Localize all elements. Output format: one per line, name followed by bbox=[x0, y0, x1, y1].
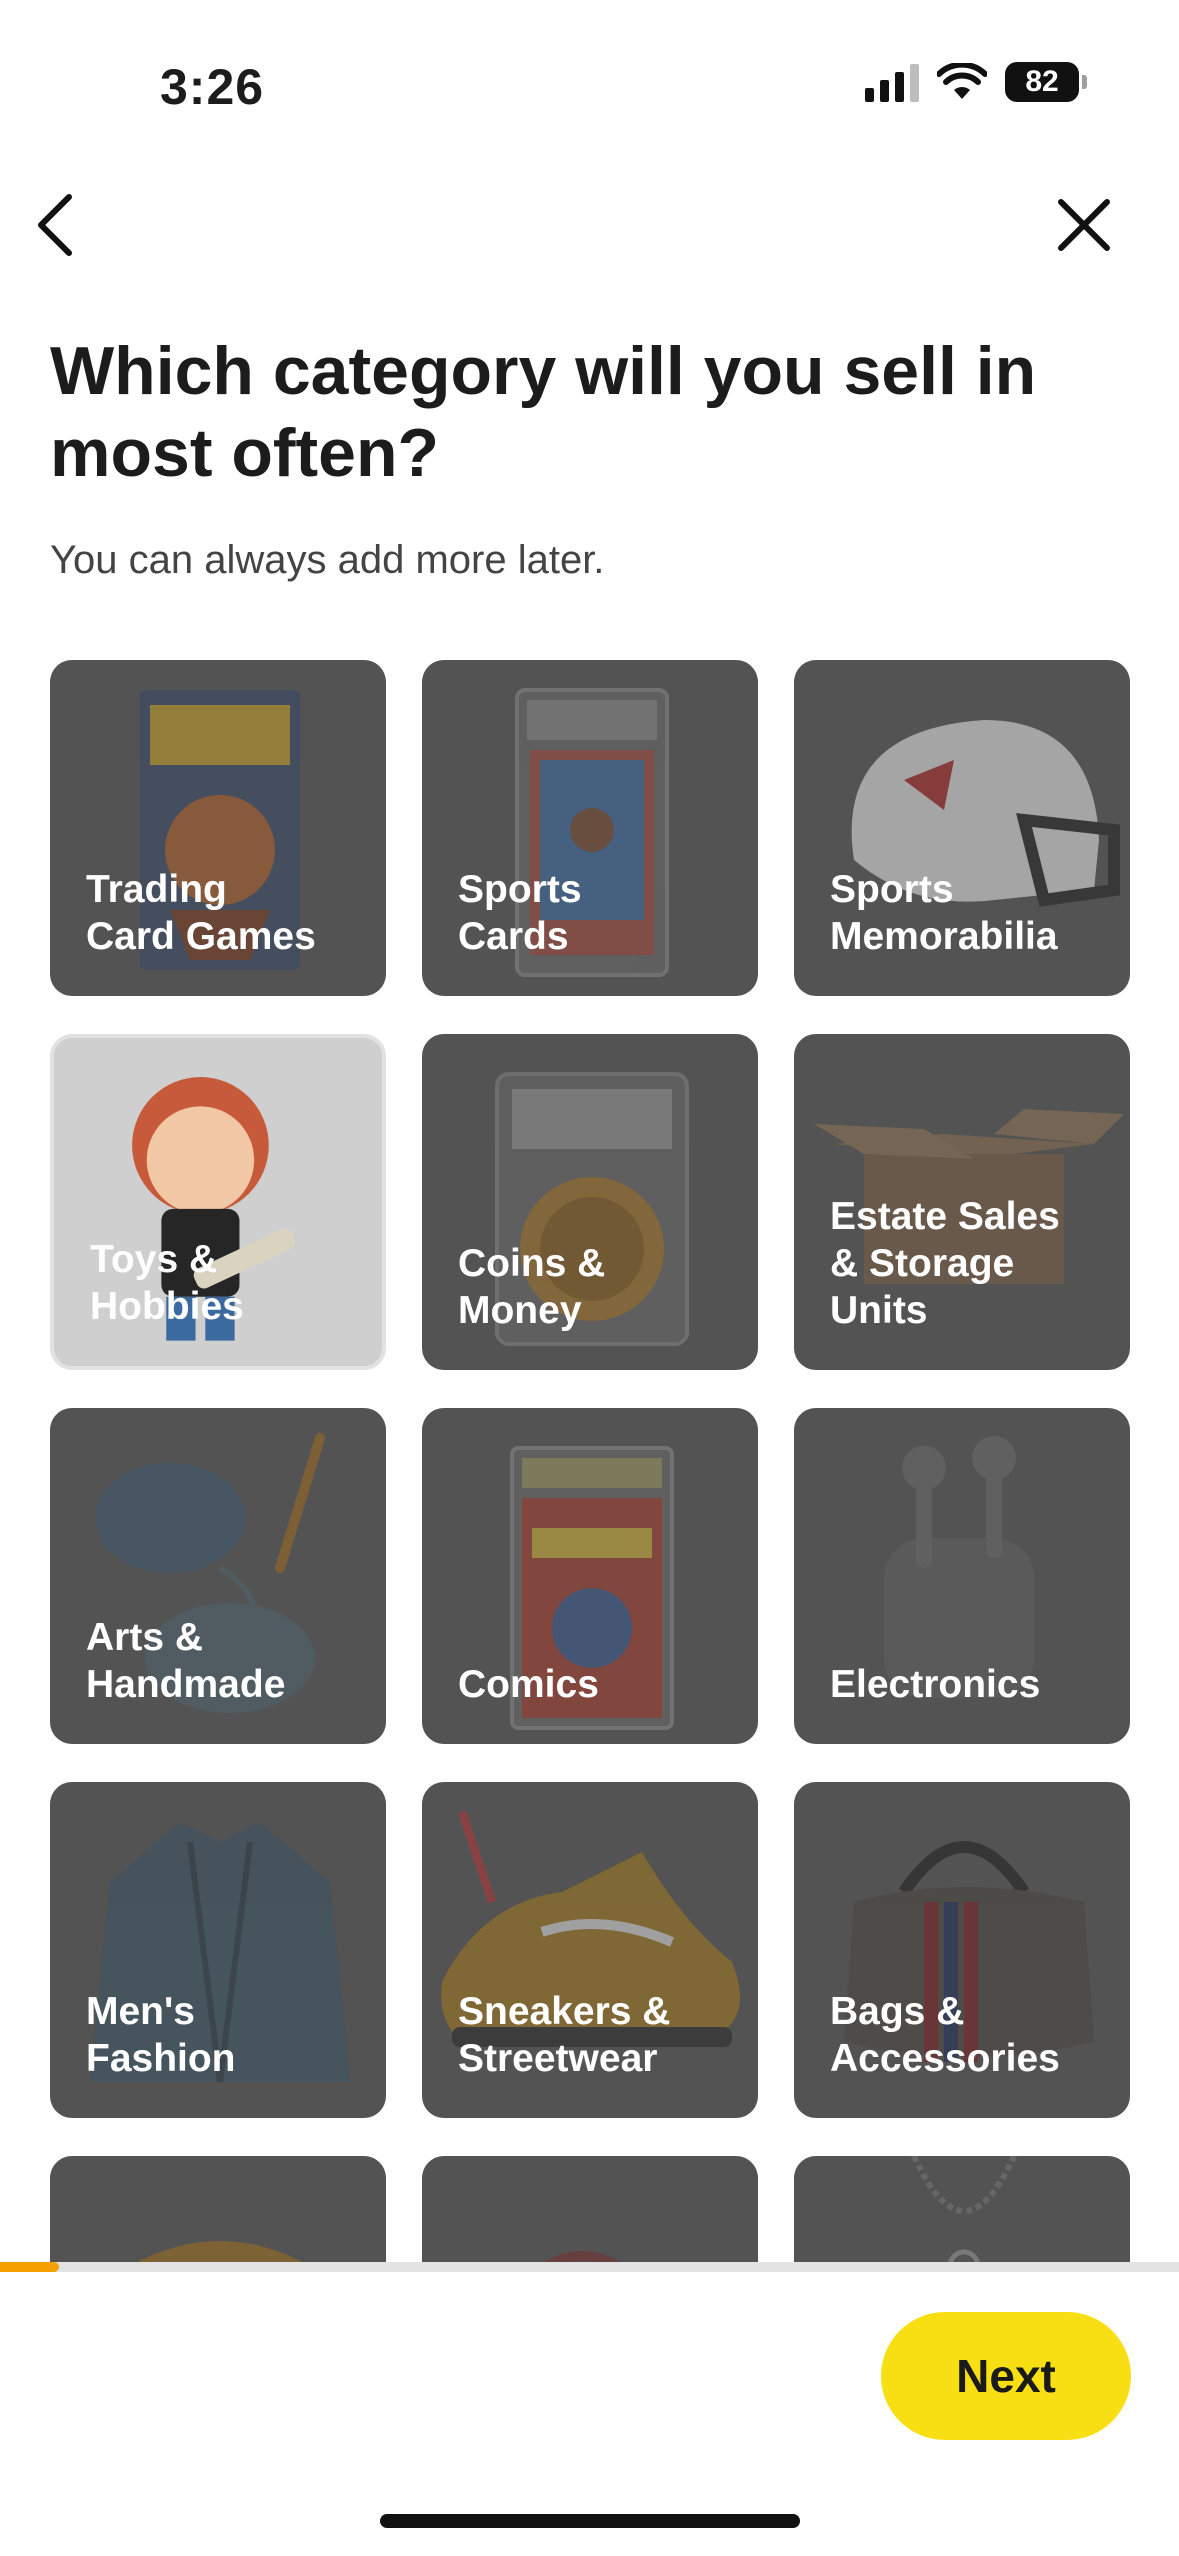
category-label: Trading Card Games bbox=[86, 868, 316, 958]
progress-bar bbox=[0, 2262, 1179, 2272]
category-tile[interactable]: Bags & Accessories bbox=[794, 1782, 1130, 2118]
category-tile[interactable]: Sneakers & Streetwear bbox=[422, 1782, 758, 2118]
category-tile[interactable]: Toys & Hobbies bbox=[50, 1034, 386, 1370]
category-tile[interactable]: Men's Fashion bbox=[50, 1782, 386, 2118]
category-label: Sneakers & Streetwear bbox=[458, 1990, 671, 2080]
category-label: Toys & Hobbies bbox=[90, 1238, 244, 1328]
category-tile[interactable]: Trading Card Games bbox=[50, 660, 386, 996]
sweater-image bbox=[131, 2241, 309, 2265]
page-subtitle: You can always add more later. bbox=[50, 538, 605, 582]
page-title: Which category will you sell in most oft… bbox=[50, 333, 1037, 491]
category-tile[interactable]: Sports Memorabilia bbox=[794, 660, 1130, 996]
close-button[interactable] bbox=[1049, 190, 1119, 260]
back-button[interactable] bbox=[20, 190, 90, 260]
category-tile[interactable]: Sports Cards bbox=[422, 660, 758, 996]
category-label: Sports Memorabilia bbox=[830, 868, 1058, 958]
cosmetics-image bbox=[538, 2251, 626, 2265]
progress-fill bbox=[0, 2262, 59, 2272]
close-icon bbox=[1058, 199, 1110, 251]
category-tile[interactable]: Electronics bbox=[794, 1408, 1130, 1744]
status-icons: 82 bbox=[865, 62, 1087, 102]
home-indicator bbox=[380, 2514, 800, 2528]
category-label: Electronics bbox=[830, 1663, 1041, 1706]
cellular-signal-icon bbox=[865, 62, 919, 102]
category-tile[interactable] bbox=[794, 2156, 1130, 2265]
status-time: 3:26 bbox=[160, 59, 265, 115]
category-label: Coins & Money bbox=[458, 1242, 606, 1332]
chevron-left-icon bbox=[38, 194, 72, 256]
next-button[interactable]: Next bbox=[881, 2312, 1131, 2440]
category-label: Men's Fashion bbox=[86, 1990, 236, 2080]
status-bar: 3:26 82 bbox=[0, 0, 1179, 170]
category-label: Sports Cards bbox=[458, 868, 582, 958]
category-label: Estate Sales & Storage Units bbox=[830, 1195, 1060, 1332]
category-tile[interactable]: Arts & Handmade bbox=[50, 1408, 386, 1744]
necklace-image bbox=[911, 2156, 1017, 2265]
category-label: Comics bbox=[458, 1663, 599, 1706]
category-tile[interactable]: Estate Sales & Storage Units bbox=[794, 1034, 1130, 1370]
category-tile[interactable] bbox=[422, 2156, 758, 2265]
battery-level: 82 bbox=[1025, 65, 1059, 98]
category-label: Bags & Accessories bbox=[830, 1990, 1060, 2080]
category-label: Arts & Handmade bbox=[86, 1616, 286, 1706]
category-tile[interactable]: Coins & Money bbox=[422, 1034, 758, 1370]
wifi-icon bbox=[937, 63, 987, 99]
category-grid[interactable]: Trading Card Games Sports Cards Sports Memora… bbox=[0, 655, 1179, 2265]
category-tile[interactable] bbox=[50, 2156, 386, 2265]
category-tile[interactable]: Comics bbox=[422, 1408, 758, 1744]
battery-icon: 82 bbox=[1005, 62, 1087, 102]
